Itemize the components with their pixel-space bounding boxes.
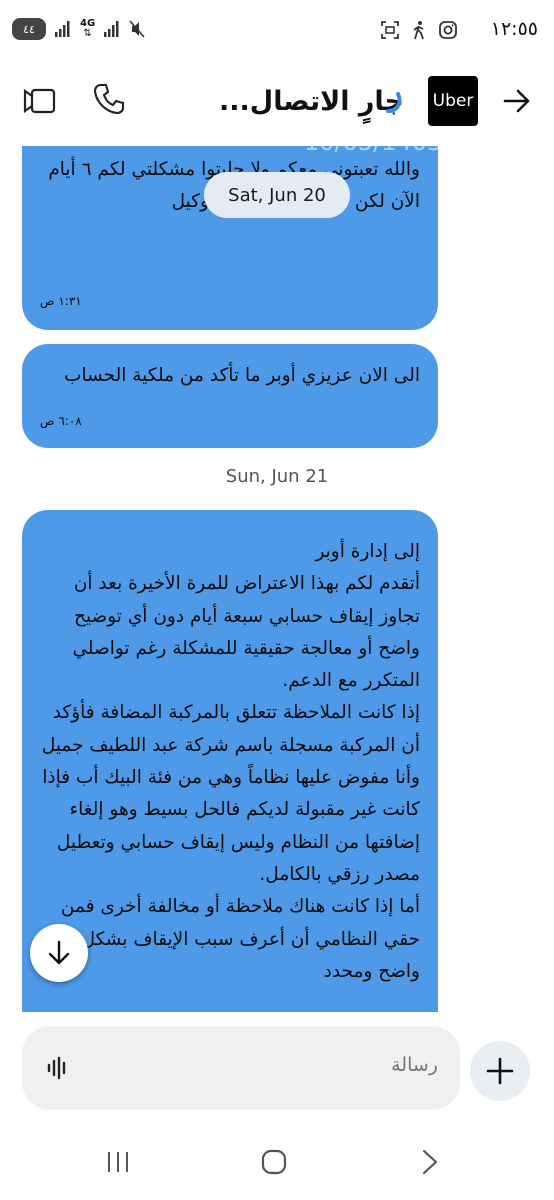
conversation-title: جارٍ الاتصال...	[219, 86, 404, 117]
status-left: ٤٤ 4G ⇅	[12, 18, 145, 40]
voice-call-button[interactable]	[92, 82, 126, 120]
message-list[interactable]: 10/05/1403 والله تعبتوني معكم ولا حليتوا…	[0, 146, 554, 1012]
floating-date-chip: Sat, Jun 20	[204, 172, 350, 218]
back-button[interactable]	[502, 86, 532, 120]
arrow-down-icon	[48, 940, 70, 965]
message-time: ٦:٠٨ ص	[40, 414, 82, 428]
mute-icon	[129, 20, 145, 38]
status-right-icons	[380, 20, 458, 40]
date-separator: Sun, Jun 21	[225, 466, 329, 487]
loading-spinner-icon	[378, 84, 406, 122]
message-bubble[interactable]: إلى إدارة أوبر أتقدم لكم بهذا الاعتراض ل…	[22, 510, 438, 1012]
attach-button[interactable]	[470, 1041, 530, 1101]
message-bubble[interactable]: الى الان عزيزي أوبر ما تأكد من ملكية الح…	[22, 344, 438, 448]
instagram-icon	[439, 21, 457, 39]
signal-icon	[55, 21, 70, 37]
message-time: ١:٣١ ص	[40, 294, 82, 308]
chevron-right-icon	[422, 1149, 438, 1175]
voice-waveform-icon	[47, 1056, 66, 1080]
home-icon	[261, 1149, 287, 1175]
signal-icon-2	[104, 21, 119, 37]
composer	[22, 1026, 460, 1110]
message-text: إلى إدارة أوبر أتقدم لكم بهذا الاعتراض ل…	[41, 541, 420, 982]
voice-message-button[interactable]	[46, 1056, 70, 1084]
status-bar: ٤٤ 4G ⇅ ١٢:٥٥	[0, 0, 554, 62]
battery-level: ٤٤	[23, 22, 35, 36]
uber-logo: Uber	[428, 76, 478, 126]
battery-icon: ٤٤	[12, 18, 46, 40]
home-button[interactable]	[260, 1148, 288, 1180]
message-text: الى الان عزيزي أوبر ما تأكد من ملكية الح…	[64, 365, 420, 386]
screen-record-icon	[381, 21, 399, 39]
back-arrow-icon	[503, 89, 530, 113]
back-nav-button[interactable]	[418, 1148, 442, 1180]
plus-icon	[486, 1057, 514, 1085]
recent-apps-button[interactable]	[104, 1148, 132, 1180]
scroll-to-bottom-button[interactable]	[30, 924, 88, 982]
chat-header: جارٍ الاتصال... Uber	[0, 70, 554, 134]
message-faded-header: 10/05/1403	[304, 146, 442, 158]
phone-icon	[93, 83, 125, 115]
walking-icon	[413, 21, 424, 40]
status-time: ١٢:٥٥	[490, 18, 538, 40]
video-call-button[interactable]	[22, 84, 58, 122]
recent-apps-icon	[108, 1152, 128, 1172]
message-input[interactable]	[138, 1054, 438, 1076]
video-camera-icon	[23, 88, 56, 114]
system-nav-bar	[0, 1134, 554, 1194]
